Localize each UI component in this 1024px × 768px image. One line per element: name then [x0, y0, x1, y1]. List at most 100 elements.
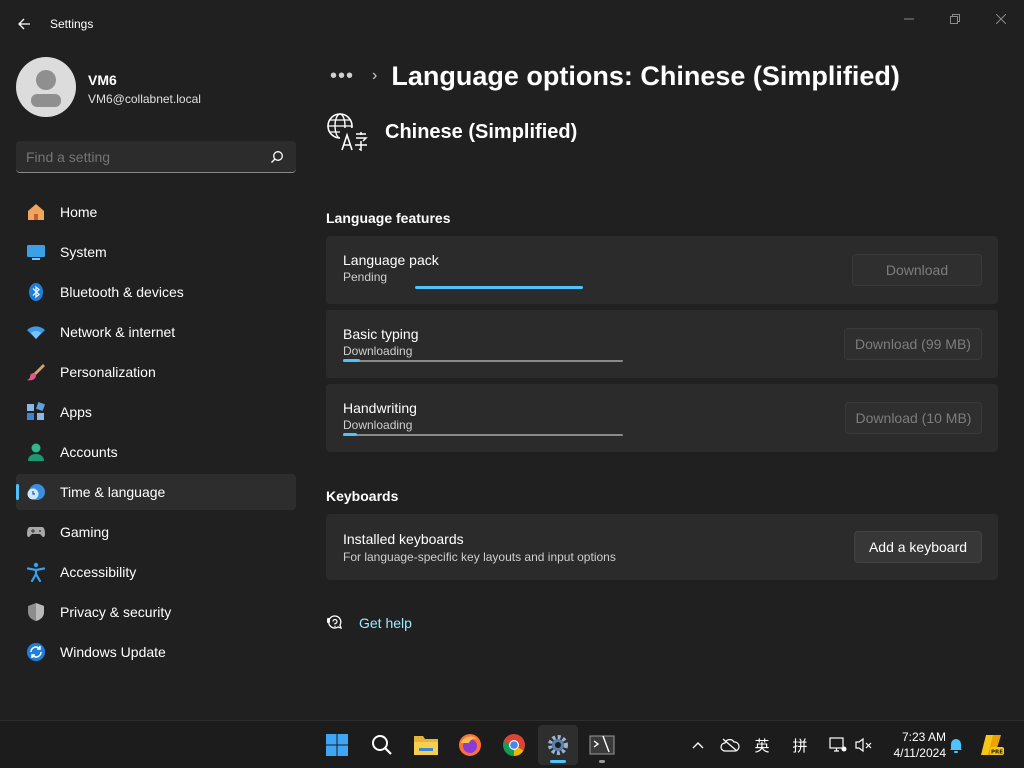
language-pack-download-button[interactable]: Download [852, 254, 982, 286]
shield-icon [26, 602, 46, 622]
search-icon[interactable] [270, 150, 284, 164]
update-icon [26, 642, 46, 662]
copilot-button[interactable]: PRE [978, 733, 1006, 757]
language-header: Chinese (Simplified) [326, 112, 577, 152]
installed-keyboards-card: Installed keyboards For language-specifi… [326, 514, 998, 580]
avatar[interactable] [16, 57, 76, 117]
basic-typing-status: Downloading [343, 344, 413, 358]
bluetooth-icon [26, 282, 46, 302]
title-bar: Settings [0, 0, 1024, 48]
accounts-icon [26, 442, 46, 462]
handwriting-download-button[interactable]: Download (10 MB) [845, 402, 982, 434]
running-app-indicator [599, 760, 605, 763]
user-email: VM6@collabnet.local [88, 92, 201, 106]
user-silhouette-icon [31, 70, 61, 107]
bell-icon [950, 739, 962, 753]
sidebar-item-apps[interactable]: Apps [16, 394, 296, 430]
firefox-button[interactable] [450, 725, 490, 765]
basic-typing-progress-fill [343, 359, 360, 362]
search-icon [372, 735, 392, 755]
sidebar-item-windows-update[interactable]: Windows Update [16, 634, 296, 670]
user-name: VM6 [88, 72, 117, 88]
language-name: Chinese (Simplified) [385, 120, 578, 143]
breadcrumb: ••• › Language options: Chinese (Simplif… [330, 58, 900, 94]
system-icon [26, 242, 46, 262]
search-box[interactable] [16, 141, 296, 173]
taskbar-search-button[interactable] [362, 725, 402, 765]
terminal-button[interactable] [582, 725, 622, 765]
language-pack-status: Pending [343, 270, 388, 284]
cloud-offline-icon [720, 738, 740, 752]
language-pack-title: Language pack [343, 252, 439, 268]
basic-typing-title: Basic typing [343, 326, 419, 342]
apps-icon [26, 402, 46, 422]
terminal-icon [589, 735, 615, 755]
show-hidden-icons-button[interactable] [688, 733, 708, 757]
settings-taskbar-button[interactable] [538, 725, 578, 765]
help-chat-icon [327, 615, 343, 630]
copilot-pre-icon: PRE [981, 735, 1004, 756]
chrome-icon [503, 734, 525, 756]
chevron-right-icon: › [372, 67, 378, 84]
start-button[interactable] [317, 725, 357, 765]
get-help-link[interactable]: Get help [359, 615, 412, 631]
keyboards-heading: Keyboards [326, 488, 399, 504]
brush-icon [26, 362, 46, 382]
language-pack-card: Language pack Pending Download [326, 236, 998, 304]
sidebar-item-accounts[interactable]: Accounts [16, 434, 296, 470]
close-button[interactable] [978, 4, 1024, 34]
accessibility-icon [26, 562, 46, 582]
language-pack-progress-bar [415, 286, 583, 289]
active-app-indicator [550, 760, 566, 763]
ime-name-indicator[interactable]: 拼 [788, 733, 812, 757]
minimize-icon [904, 18, 914, 20]
file-explorer-button[interactable] [406, 725, 446, 765]
handwriting-card: Handwriting Downloading Download (10 MB) [326, 384, 998, 452]
sidebar-item-system[interactable]: System [16, 234, 296, 270]
gamepad-icon [26, 522, 46, 542]
back-button[interactable] [12, 12, 36, 36]
sidebar-item-personalization[interactable]: Personalization [16, 354, 296, 390]
restore-icon [950, 14, 960, 24]
windows-start-icon [326, 734, 348, 756]
onedrive-tray-button[interactable] [718, 733, 742, 757]
handwriting-progress-bar [343, 433, 623, 436]
taskbar-clock[interactable]: 7:23 AM 4/11/2024 [880, 729, 947, 761]
settings-gear-icon [548, 735, 568, 755]
time-language-icon [26, 482, 46, 502]
chrome-button[interactable] [494, 725, 534, 765]
sidebar-item-accessibility[interactable]: Accessibility [16, 554, 296, 590]
clock-date: 4/11/2024 [893, 746, 947, 760]
volume-tray-button[interactable] [852, 733, 876, 757]
add-keyboard-button[interactable]: Add a keyboard [854, 531, 982, 563]
notifications-button[interactable] [946, 733, 966, 757]
page-title: Language options: Chinese (Simplified) [391, 60, 900, 91]
ime-mode-indicator[interactable]: 英 [750, 733, 774, 757]
basic-typing-download-button[interactable]: Download (99 MB) [844, 328, 982, 360]
minimize-button[interactable] [886, 4, 932, 34]
home-icon [26, 202, 46, 222]
chevron-up-icon [692, 742, 704, 749]
handwriting-status: Downloading [343, 418, 413, 432]
close-icon [996, 14, 1006, 24]
sidebar-item-time-language[interactable]: Time & language [16, 474, 296, 510]
search-input[interactable] [26, 149, 266, 165]
handwriting-progress-fill [343, 433, 357, 436]
sidebar-item-network[interactable]: Network & internet [16, 314, 296, 350]
installed-keyboards-title: Installed keyboards [343, 531, 464, 547]
network-tray-button[interactable] [826, 733, 850, 757]
sidebar-item-gaming[interactable]: Gaming [16, 514, 296, 550]
file-explorer-icon [414, 736, 438, 755]
maximize-button[interactable] [932, 4, 978, 34]
basic-typing-card: Basic typing Downloading Download (99 MB… [326, 310, 998, 378]
network-monitor-icon [829, 737, 847, 752]
language-features-heading: Language features [326, 210, 451, 226]
sidebar-item-home[interactable]: Home [16, 194, 296, 230]
sidebar-item-bluetooth[interactable]: Bluetooth & devices [16, 274, 296, 310]
language-glyph-icon [327, 113, 368, 152]
firefox-icon [459, 734, 481, 756]
breadcrumb-more-button[interactable]: ••• [330, 65, 354, 88]
get-help[interactable]: Get help [326, 614, 412, 632]
back-arrow-icon [18, 18, 30, 30]
sidebar-item-privacy[interactable]: Privacy & security [16, 594, 296, 630]
